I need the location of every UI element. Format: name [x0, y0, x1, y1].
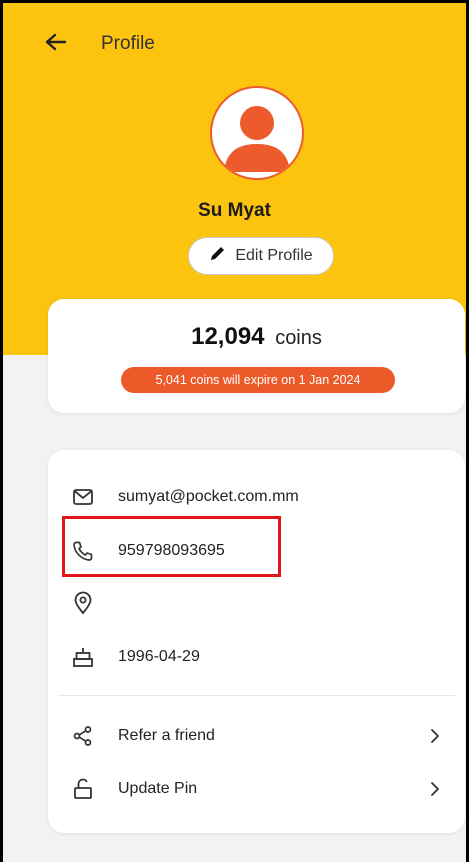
- location-pin-icon: [70, 590, 96, 616]
- back-button[interactable]: [39, 29, 73, 59]
- phone-value: 959798093695: [118, 542, 225, 559]
- edit-profile-label: Edit Profile: [235, 247, 313, 264]
- lock-icon: [70, 776, 96, 802]
- top-bar: Profile: [3, 25, 466, 65]
- user-name: Su Myat: [198, 200, 271, 221]
- profile-screen: Profile Su Myat Edit Profile 12,094 coin…: [0, 0, 469, 862]
- update-pin-label: Update Pin: [118, 780, 198, 797]
- email-row: sumyat@pocket.com.mm: [48, 477, 465, 517]
- birthday-value: 1996-04-29: [118, 648, 200, 665]
- refer-friend-label: Refer a friend: [118, 727, 215, 744]
- birthday-row: 1996-04-29: [48, 637, 465, 677]
- divider: [58, 695, 455, 696]
- profile-details-card: sumyat@pocket.com.mm 959798093695 1996-0…: [48, 450, 465, 833]
- share-icon: [70, 723, 96, 749]
- coins-expire-badge: 5,041 coins will expire on 1 Jan 2024: [121, 367, 395, 393]
- phone-icon: [70, 538, 96, 564]
- coins-card: 12,094 coins: [48, 299, 465, 413]
- address-row: [48, 583, 465, 623]
- page-title: Profile: [101, 33, 155, 54]
- coins-unit: coins: [275, 327, 322, 349]
- cake-icon: [70, 644, 96, 670]
- avatar: [210, 86, 304, 180]
- coins-balance: 12,094 coins: [48, 323, 465, 351]
- phone-row: 959798093695: [48, 531, 465, 571]
- edit-profile-button[interactable]: Edit Profile: [188, 237, 334, 275]
- email-value: sumyat@pocket.com.mm: [118, 488, 299, 505]
- update-pin-item[interactable]: Update Pin: [48, 769, 465, 809]
- arrow-left-icon: [45, 33, 67, 56]
- coins-amount: 12,094: [191, 323, 265, 350]
- chevron-right-icon: [427, 779, 443, 799]
- chevron-right-icon: [427, 726, 443, 746]
- mail-icon: [70, 484, 96, 510]
- pencil-icon: [209, 245, 226, 267]
- refer-friend-item[interactable]: Refer a friend: [48, 716, 465, 756]
